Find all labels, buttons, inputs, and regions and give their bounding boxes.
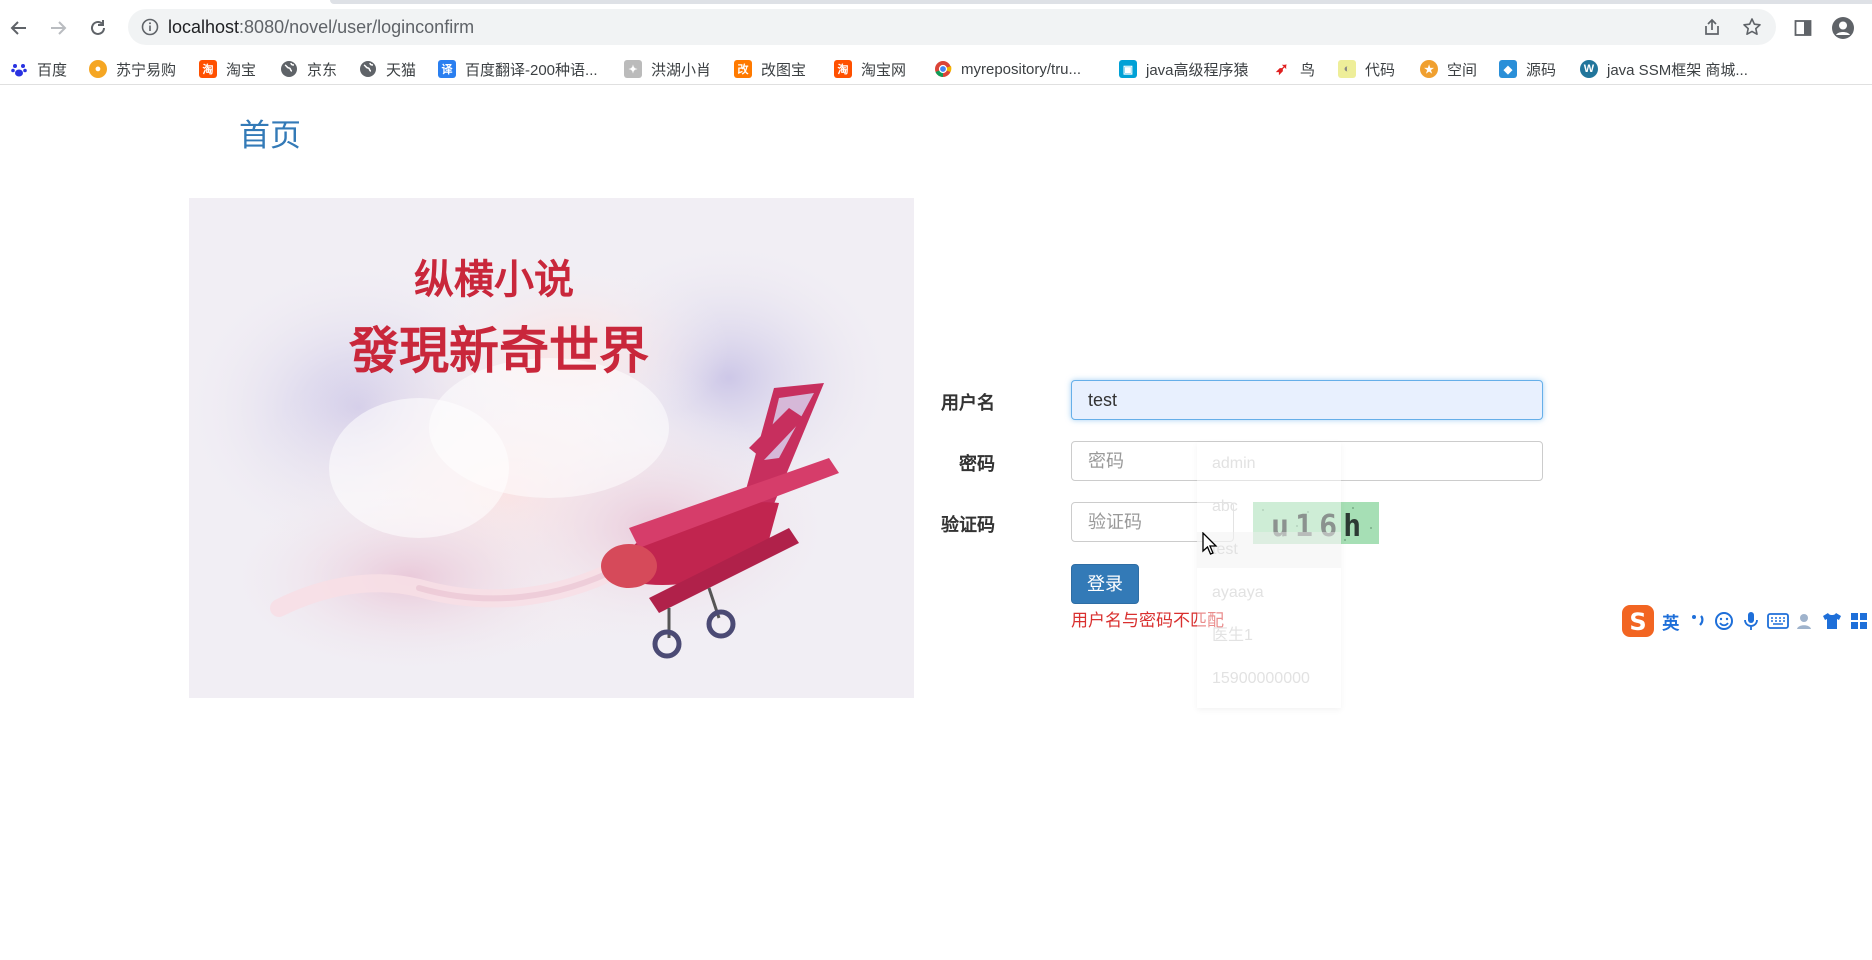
ime-toolbar: S 英 — [1619, 603, 1872, 639]
bookmark-label: java高级程序猿 — [1146, 61, 1249, 79]
bird-icon: ✦ — [624, 60, 642, 78]
bookmark-label: 代码 — [1365, 61, 1396, 79]
side-panel-icon[interactable] — [1790, 15, 1816, 41]
bookmark-item[interactable]: ▣ java高级程序猿 — [1119, 56, 1249, 82]
sogou-logo-icon[interactable]: S — [1619, 605, 1657, 637]
bookmark-item[interactable]: ◆ 源码 — [1499, 56, 1556, 82]
banner-title-line2: 發現新奇世界 — [348, 321, 649, 380]
chrome-icon — [934, 60, 952, 78]
bookmark-item[interactable]: ➶ 鸟 — [1273, 56, 1315, 82]
autocomplete-item[interactable]: admin — [1212, 446, 1256, 482]
bookmark-label: myrepository/tru... — [961, 60, 1082, 78]
login-button[interactable]: 登录 — [1071, 564, 1139, 604]
bookmark-label: 空间 — [1447, 61, 1478, 79]
globe-icon — [280, 60, 298, 78]
autocomplete-item[interactable]: 15900000000 — [1212, 661, 1310, 697]
bookmark-label: java SSM框架 商城... — [1607, 61, 1748, 79]
address-bar[interactable]: localhost:8080/novel/user/loginconfirm — [128, 9, 1776, 45]
baidu-paw-icon — [10, 60, 28, 78]
mouse-cursor-icon — [1202, 531, 1218, 560]
banner-title-line1: 纵横小说 — [414, 256, 574, 303]
bookmark-item[interactable]: ● 苏宁易购 — [89, 56, 176, 82]
suning-lion-icon: ● — [89, 60, 107, 78]
bookmark-label: 洪湖小肖 — [651, 61, 712, 79]
bookmark-label: 淘宝网 — [861, 61, 907, 79]
gaitubao-icon: 改 — [734, 60, 752, 78]
share-icon[interactable] — [1700, 15, 1724, 39]
bookmark-label: 改图宝 — [761, 61, 807, 79]
browser-chrome: localhost:8080/novel/user/loginconfirm 百… — [0, 0, 1872, 88]
fish-icon: ◆ — [1499, 60, 1517, 78]
autocomplete-item[interactable]: test — [1197, 532, 1341, 568]
url-text[interactable]: localhost:8080/novel/user/loginconfirm — [168, 9, 474, 45]
bookmark-label: 源码 — [1526, 61, 1557, 79]
bookmark-item[interactable]: 百度 — [10, 56, 67, 82]
bookmark-item[interactable]: 淘淘宝 — [199, 56, 256, 82]
url-host: localhost — [168, 17, 240, 37]
globe-icon — [359, 60, 377, 78]
reload-icon[interactable] — [83, 13, 113, 43]
username-label: 用户名 — [941, 393, 995, 413]
qzone-icon: ★ — [1420, 60, 1438, 78]
bookmark-item[interactable]: 天猫 — [359, 56, 416, 82]
taobao-icon: 淘 — [834, 60, 852, 78]
taobao-icon: 淘 — [199, 60, 217, 78]
bookmark-item[interactable]: 改改图宝 — [734, 56, 806, 82]
bookmark-label: 天猫 — [386, 61, 417, 79]
keyboard-icon[interactable] — [1765, 607, 1792, 635]
forward-arrow-icon[interactable] — [43, 13, 73, 43]
microphone-icon[interactable] — [1738, 607, 1765, 635]
bookmarks-bar: 百度 ● 苏宁易购 淘淘宝 京东 天猫 译百度翻译-200种语... ✦ 洪湖小肖 … — [0, 52, 1872, 85]
profile-icon[interactable] — [1830, 15, 1856, 41]
bookmark-label: 百度 — [37, 61, 68, 79]
bookmark-item[interactable]: ✦ 洪湖小肖 — [624, 56, 711, 82]
bookmark-item[interactable]: Wjava SSM框架 商城... — [1580, 56, 1748, 82]
bird-red-icon: ➶ — [1275, 61, 1289, 78]
site-info-icon[interactable] — [138, 15, 162, 39]
star-icon[interactable] — [1740, 15, 1764, 39]
bookmark-item[interactable]: 译百度翻译-200种语... — [438, 56, 598, 82]
captcha-label: 验证码 — [941, 515, 995, 535]
user-icon[interactable] — [1791, 607, 1818, 635]
home-link[interactable]: 首页 — [239, 110, 301, 155]
url-path: :8080/novel/user/loginconfirm — [239, 17, 475, 37]
banner-image: 纵横小说 發現新奇世界 — [189, 198, 914, 698]
bookmark-label: 百度翻译-200种语... — [465, 61, 598, 79]
emoji-icon[interactable] — [1711, 607, 1738, 635]
bookmark-item[interactable]: 淘淘宝网 — [834, 56, 906, 82]
username-input[interactable]: test — [1071, 380, 1543, 420]
leaf-icon: ◐ — [1338, 60, 1356, 78]
bilibili-icon: ▣ — [1119, 60, 1137, 78]
back-arrow-icon[interactable] — [4, 13, 34, 43]
autocomplete-item[interactable]: abc — [1212, 489, 1238, 525]
autocomplete-item[interactable]: ayaaya — [1212, 575, 1264, 611]
bookmark-item[interactable]: ★ 空间 — [1420, 56, 1477, 82]
password-label: 密码 — [959, 454, 995, 474]
skin-shirt-icon[interactable] — [1818, 607, 1845, 635]
ime-mode-toggle[interactable]: 英 — [1657, 607, 1684, 635]
bookmark-label: 淘宝 — [226, 61, 257, 79]
bookmark-item[interactable]: ◐ 代码 — [1338, 56, 1395, 82]
translate-icon: 译 — [438, 60, 456, 78]
wordpress-icon: W — [1580, 60, 1598, 78]
bookmark-label: 苏宁易购 — [116, 61, 177, 79]
punctuation-icon[interactable] — [1684, 607, 1711, 635]
grid-menu-icon[interactable] — [1845, 607, 1872, 635]
bookmark-item[interactable]: 京东 — [280, 56, 337, 82]
autocomplete-dropdown: admin abc test ayaaya 医生1 15900000000 — [1197, 442, 1341, 708]
browser-toolbar: localhost:8080/novel/user/loginconfirm — [0, 4, 1872, 50]
bookmark-item[interactable]: myrepository/tru... — [934, 56, 1081, 82]
bookmark-label: 鸟 — [1300, 61, 1316, 79]
bookmark-label: 京东 — [307, 61, 338, 79]
autocomplete-item[interactable]: 医生1 — [1212, 618, 1253, 654]
ime-logo-letter: S — [1630, 608, 1647, 636]
